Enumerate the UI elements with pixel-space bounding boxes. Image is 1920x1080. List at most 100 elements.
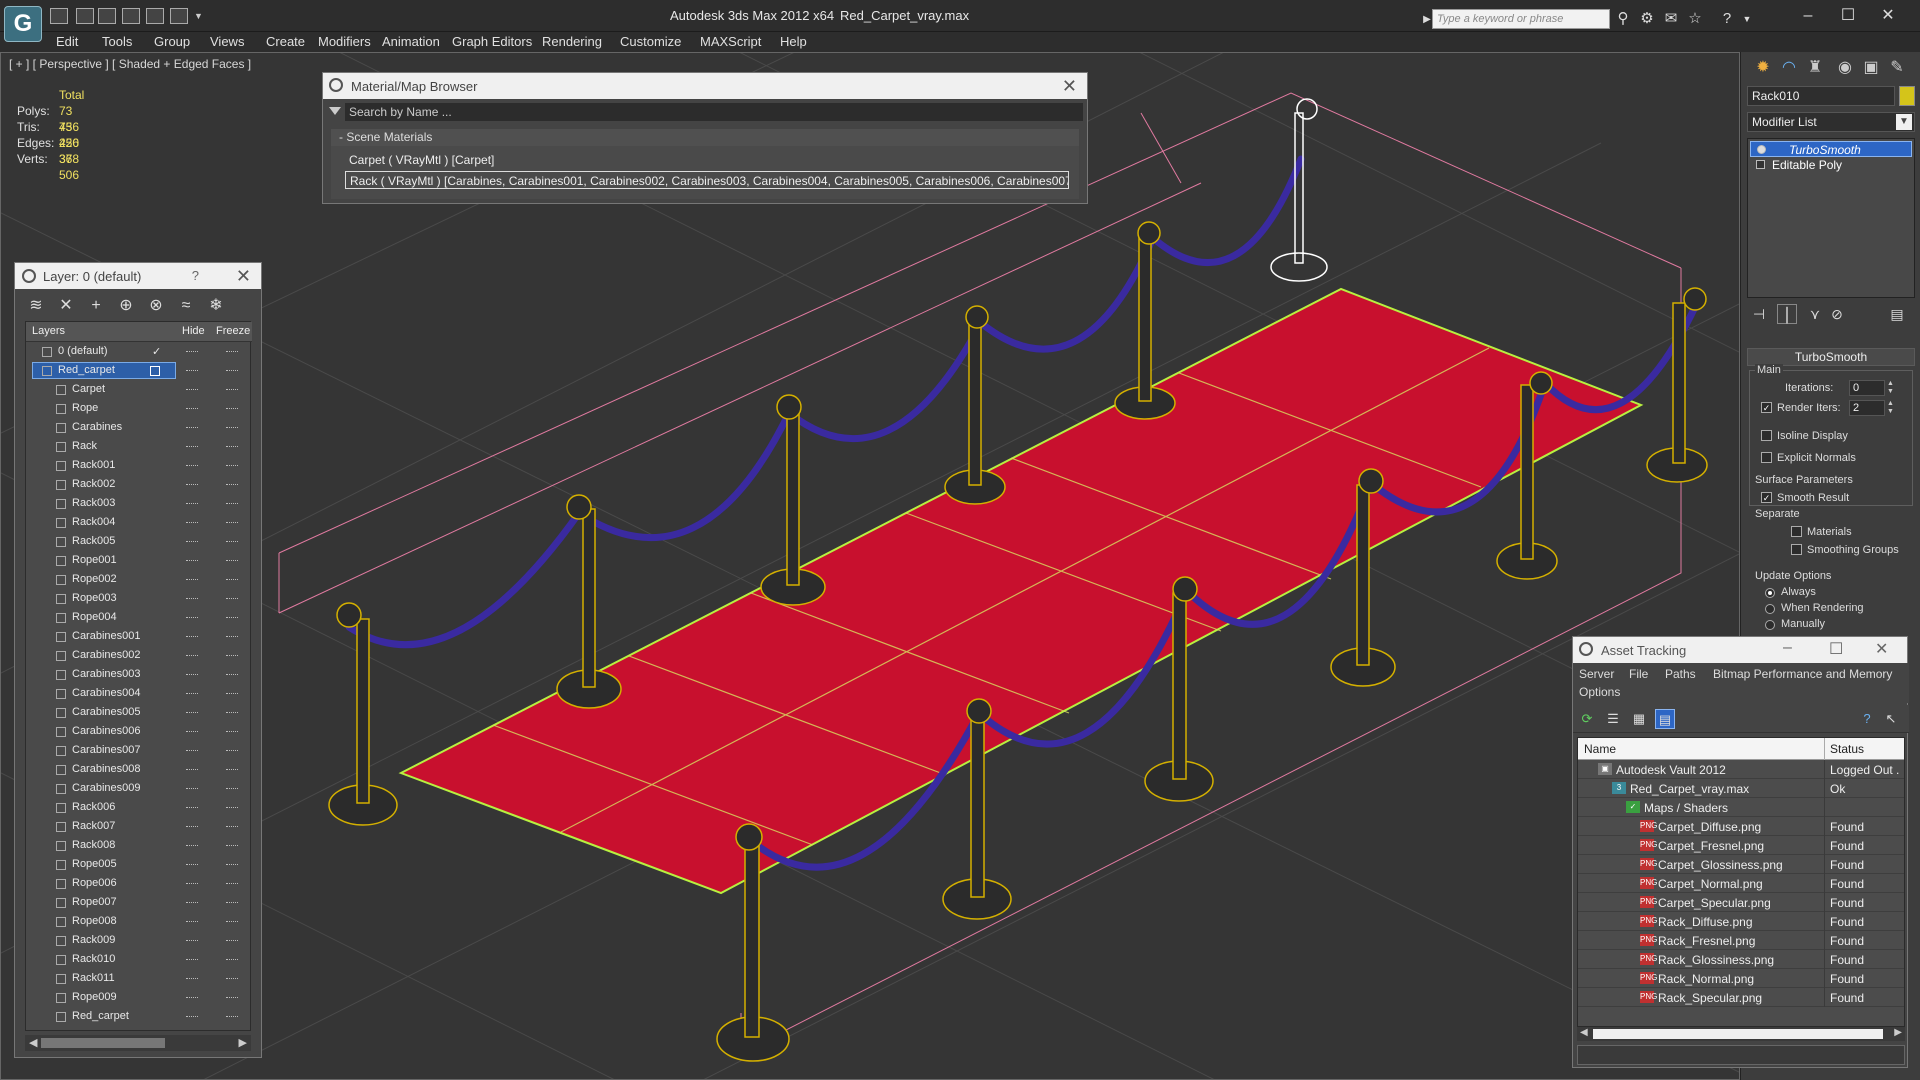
minimize-icon[interactable]: – <box>1788 4 1828 28</box>
hide-toggle[interactable] <box>186 902 198 903</box>
hide-toggle[interactable] <box>186 636 198 637</box>
redo-icon[interactable] <box>146 8 164 24</box>
freeze-toggle[interactable] <box>226 978 238 979</box>
scroll-left-icon[interactable]: ◀ <box>1580 1027 1588 1038</box>
layer-row[interactable]: Rack007 <box>26 817 252 836</box>
hide-toggle[interactable] <box>186 997 198 998</box>
create-layer-icon[interactable]: ≋ <box>25 295 47 317</box>
modify-tab-icon[interactable]: ◠ <box>1777 56 1801 80</box>
layer-row[interactable]: Carabines006 <box>26 722 252 741</box>
layer-row[interactable]: Carabines004 <box>26 684 252 703</box>
list-view-icon[interactable]: ☰ <box>1603 709 1623 729</box>
asset-row[interactable]: PNG Carpet_Diffuse.png Found <box>1578 817 1904 836</box>
help-pointer-icon[interactable]: ↖ <box>1881 709 1901 729</box>
hide-toggle[interactable] <box>186 370 198 371</box>
iterations-spinner[interactable]: 0 <box>1849 380 1885 396</box>
menu-edit[interactable]: Edit <box>56 34 78 49</box>
menu-group[interactable]: Group <box>154 34 190 49</box>
assets-hscrollbar[interactable]: ◀ ▶ <box>1577 1027 1905 1041</box>
freeze-toggle[interactable] <box>226 807 238 808</box>
hide-toggle[interactable] <box>186 579 198 580</box>
menu-tools[interactable]: Tools <box>102 34 132 49</box>
freeze-toggle[interactable] <box>226 769 238 770</box>
menu-graph-editors[interactable]: Graph Editors <box>452 34 532 49</box>
freeze-toggle[interactable] <box>226 826 238 827</box>
hide-toggle[interactable] <box>186 446 198 447</box>
close-icon[interactable]: ✕ <box>1868 4 1908 28</box>
scroll-right-icon[interactable]: ▶ <box>239 1036 247 1049</box>
hide-toggle[interactable] <box>186 1016 198 1017</box>
remove-modifier-icon[interactable]: ⊘ <box>1827 304 1847 324</box>
material-row[interactable]: Rack ( VRayMtl ) [Carabines, Carabines00… <box>345 171 1069 189</box>
asset-row[interactable]: 3 Red_Carpet_vray.max Ok <box>1578 779 1904 798</box>
layer-row[interactable]: Rope <box>26 399 252 418</box>
hide-all-icon[interactable]: ≈ <box>175 295 197 317</box>
hide-toggle[interactable] <box>186 864 198 865</box>
help-icon[interactable]: ? <box>1718 10 1736 28</box>
freeze-toggle[interactable] <box>226 883 238 884</box>
refresh-icon[interactable]: ⟳ <box>1577 709 1597 729</box>
layer-row[interactable]: Rope005 <box>26 855 252 874</box>
status-column-header[interactable]: Status <box>1830 742 1864 756</box>
freeze-toggle[interactable] <box>226 750 238 751</box>
lightbulb-icon[interactable] <box>1757 145 1766 154</box>
make-unique-icon[interactable]: ⋎ <box>1805 304 1825 324</box>
hide-toggle[interactable] <box>186 674 198 675</box>
hide-toggle[interactable] <box>186 465 198 466</box>
asset-row[interactable]: PNG Rack_Fresnel.png Found <box>1578 931 1904 950</box>
when-rendering-radio[interactable] <box>1765 604 1775 614</box>
hide-toggle[interactable] <box>186 598 198 599</box>
render-iters-spinner[interactable]: 2 <box>1849 400 1885 416</box>
freeze-toggle[interactable] <box>226 351 238 352</box>
freeze-toggle[interactable] <box>226 959 238 960</box>
hide-toggle[interactable] <box>186 712 198 713</box>
material-browser-titlebar[interactable]: Material/Map Browser ✕ <box>323 73 1087 99</box>
close-icon[interactable]: ✕ <box>236 266 251 287</box>
layer-row[interactable]: Rack011 <box>26 969 252 988</box>
scroll-right-icon[interactable]: ▶ <box>1894 1027 1902 1038</box>
asset-row[interactable]: PNG Carpet_Specular.png Found <box>1578 893 1904 912</box>
layer-row[interactable]: Carabines009 <box>26 779 252 798</box>
hide-toggle[interactable] <box>186 541 198 542</box>
smooth-result-checkbox[interactable]: ✓ <box>1761 492 1772 503</box>
layer-row[interactable]: Rope002 <box>26 570 252 589</box>
freeze-toggle[interactable] <box>226 598 238 599</box>
layer-row[interactable]: Carabines <box>26 418 252 437</box>
hide-toggle[interactable] <box>186 484 198 485</box>
project-folder-icon[interactable] <box>170 8 188 24</box>
freeze-toggle[interactable] <box>226 484 238 485</box>
freeze-toggle[interactable] <box>226 446 238 447</box>
hide-toggle[interactable] <box>186 959 198 960</box>
menu-maxscript[interactable]: MAXScript <box>700 34 761 49</box>
freeze-toggle[interactable] <box>226 560 238 561</box>
object-color-swatch[interactable] <box>1899 86 1915 106</box>
layer-row[interactable]: Rope008 <box>26 912 252 931</box>
freeze-all-icon[interactable]: ❄ <box>205 295 227 317</box>
layer-row[interactable]: Rack003 <box>26 494 252 513</box>
isoline-display-checkbox[interactable] <box>1761 430 1772 441</box>
material-row[interactable]: Carpet ( VRayMtl ) [Carpet] <box>345 151 1069 169</box>
spinner-arrows-icon[interactable]: ▲ ▼ <box>1887 380 1895 396</box>
freeze-toggle[interactable] <box>226 845 238 846</box>
freeze-toggle[interactable] <box>226 427 238 428</box>
layer-row[interactable]: Carabines002 <box>26 646 252 665</box>
layer-row[interactable]: Rope004 <box>26 608 252 627</box>
explicit-normals-checkbox[interactable] <box>1761 452 1772 463</box>
scene-materials-group[interactable]: - Scene Materials <box>331 129 1079 146</box>
favorites-star-icon[interactable]: ☆ <box>1686 10 1704 28</box>
pin-stack-icon[interactable]: ⊣ <box>1749 304 1769 324</box>
hide-toggle[interactable] <box>186 522 198 523</box>
communication-center-icon[interactable]: ✉ <box>1662 10 1680 28</box>
layer-row[interactable]: Rack006 <box>26 798 252 817</box>
hide-toggle[interactable] <box>186 503 198 504</box>
layer-row[interactable]: Red_carpet <box>26 361 252 380</box>
hide-toggle[interactable] <box>186 693 198 694</box>
freeze-toggle[interactable] <box>226 636 238 637</box>
stack-item-turbosmooth[interactable]: TurboSmooth <box>1750 141 1912 157</box>
subscription-icon[interactable]: ⚙ <box>1638 10 1656 28</box>
show-end-result-icon[interactable]: ⎮ <box>1777 304 1797 324</box>
layer-row[interactable]: Rope001 <box>26 551 252 570</box>
always-radio[interactable] <box>1765 588 1775 598</box>
layer-row[interactable]: Rack010 <box>26 950 252 969</box>
asset-row[interactable]: PNG Rack_Normal.png Found <box>1578 969 1904 988</box>
